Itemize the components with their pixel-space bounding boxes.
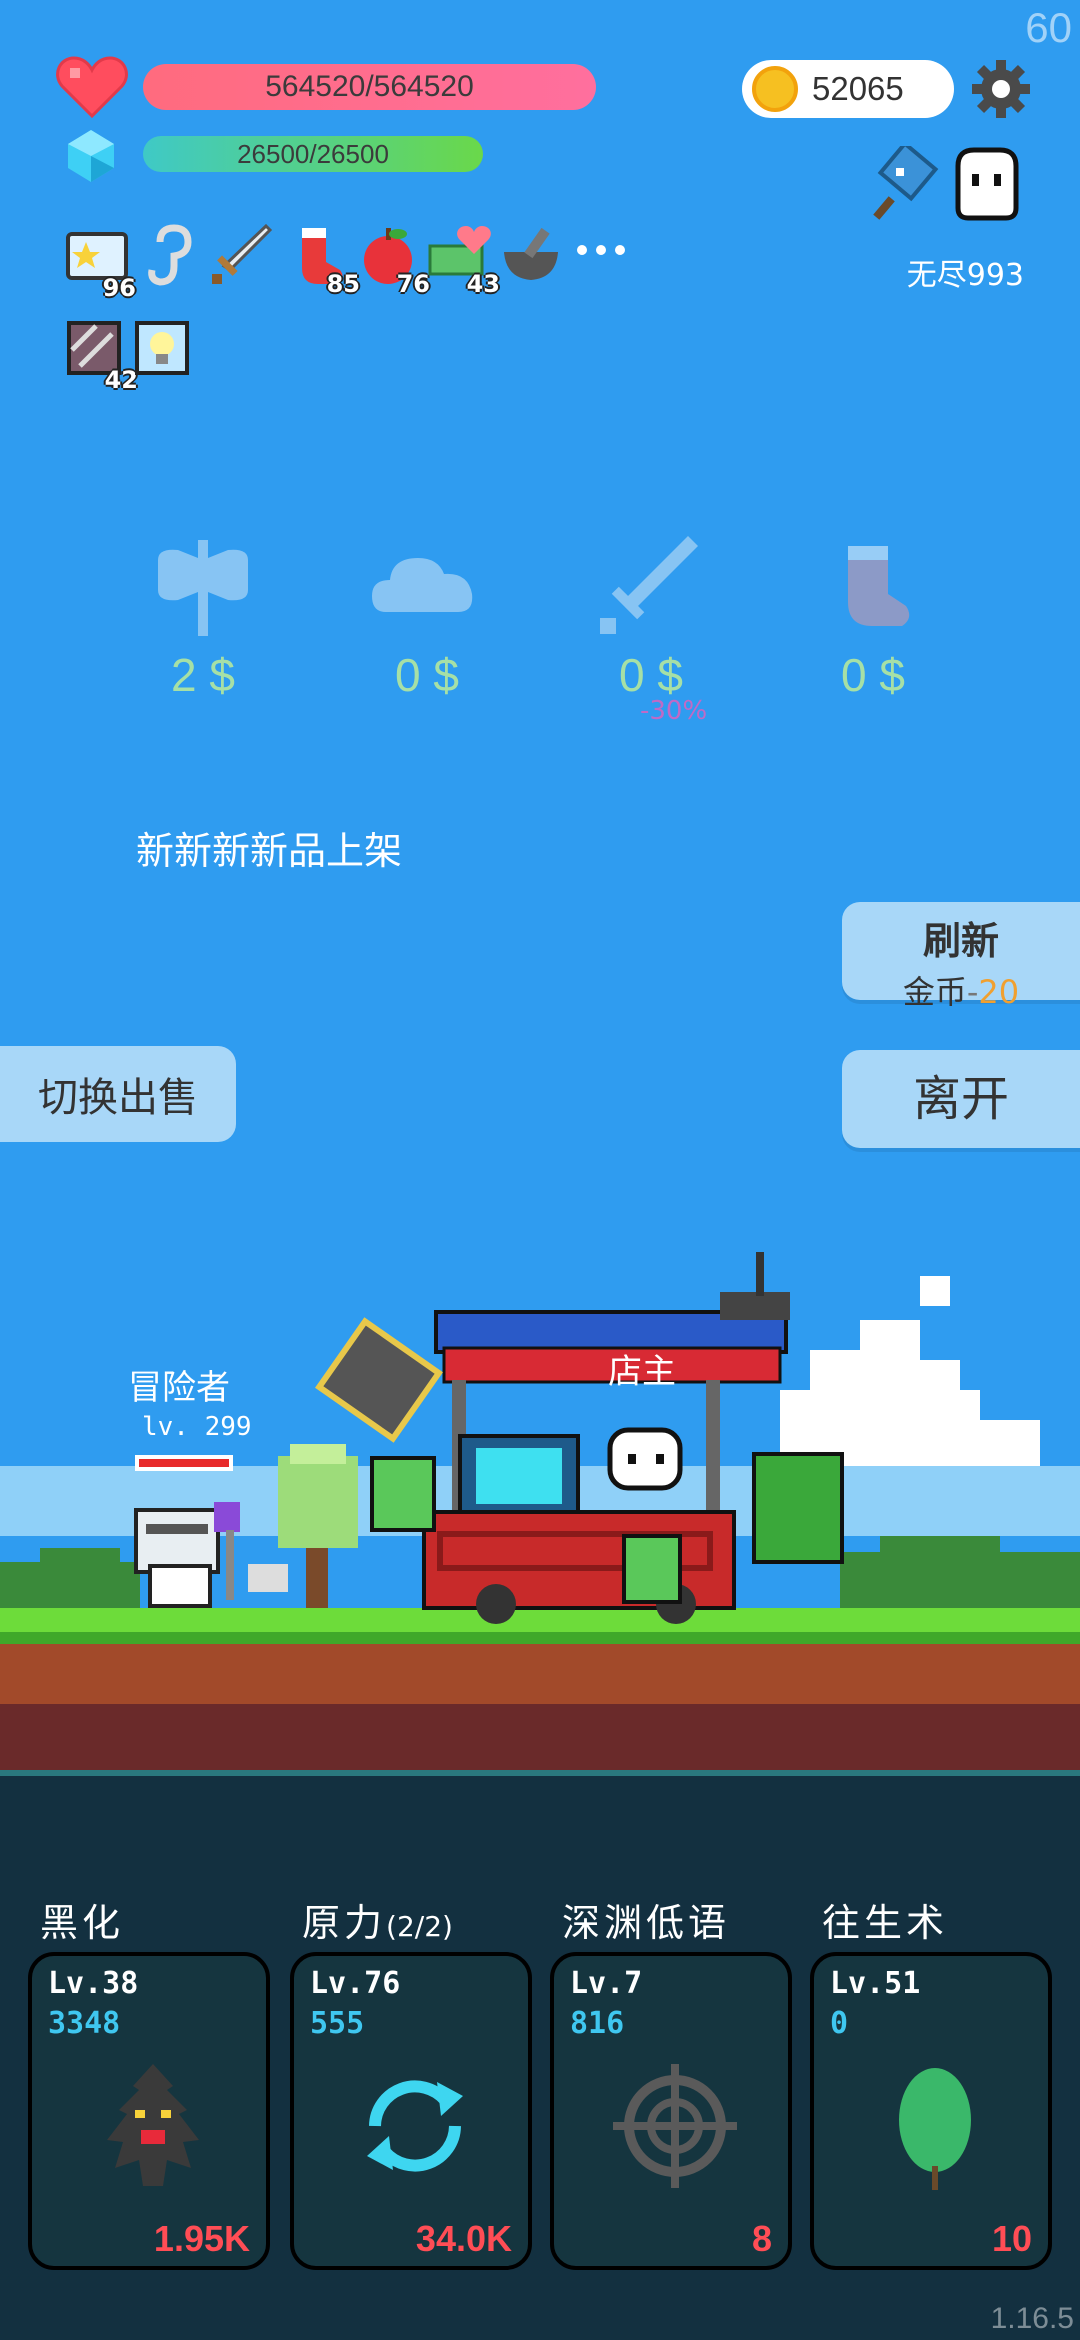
shop-cart	[315, 1252, 844, 1624]
water-line	[0, 1770, 1080, 1776]
axe-icon	[158, 540, 248, 636]
inventory-item[interactable]	[498, 222, 564, 288]
skill-cost: 8	[751, 2218, 772, 2259]
crosshair-icon	[613, 2064, 737, 2188]
game-scene	[0, 1252, 1080, 1770]
skill-cost: 34.0K	[415, 2218, 512, 2259]
endless-sword-icon[interactable]	[866, 146, 946, 226]
item-discount: -30%	[640, 696, 708, 726]
item-count: 42	[104, 366, 138, 394]
mortar-icon	[504, 227, 558, 280]
skill-name-3: 深渊低语	[562, 1892, 730, 1947]
more-icon[interactable]	[574, 240, 628, 260]
shop-notice: 新新新新品上架	[136, 829, 403, 873]
hp-bar: 564520/564520	[143, 64, 596, 110]
skill-cost: 1.95K	[153, 2218, 250, 2259]
ghost-avatar-icon[interactable]	[950, 146, 1024, 222]
inventory-item[interactable]: 85	[288, 224, 360, 298]
skill-card[interactable]: Lv.38 3348 1.95K	[28, 1952, 270, 2270]
skill-card[interactable]: Lv.7 816 8	[550, 1952, 792, 2270]
item-price: 0 $	[619, 649, 683, 701]
sword-icon	[212, 223, 273, 284]
skill-cost: 10	[991, 2218, 1032, 2259]
mp-bar: 26500/26500	[143, 136, 483, 172]
refresh-cost-sep: -	[966, 973, 979, 1011]
skill-name-text: 深渊低语	[562, 1901, 731, 1945]
hook-icon	[148, 224, 192, 286]
item-count: 96	[102, 274, 136, 302]
leaf-icon	[899, 2068, 971, 2190]
skill-name-suffix: (2/2)	[386, 1910, 453, 1943]
skill-value: 816	[570, 2006, 625, 2041]
leave-label: 离开	[912, 1071, 1009, 1127]
inventory-item[interactable]	[142, 222, 208, 288]
switch-sell-label: 切换出售	[38, 1075, 198, 1121]
skill-card[interactable]: Lv.51 0 10	[810, 1952, 1052, 2270]
shop-item[interactable]: 0 $	[372, 530, 507, 702]
leave-button[interactable]: 离开	[842, 1050, 1080, 1148]
skill-name-4: 往生术	[822, 1892, 948, 1947]
skill-name-text: 黑化	[40, 1901, 125, 1945]
item-count: 85	[326, 270, 360, 298]
item-price: 0 $	[395, 649, 459, 701]
skill-level: Lv.51	[830, 1966, 921, 2001]
gold-amount: 52065	[812, 70, 904, 107]
coin-icon	[752, 66, 798, 112]
heart-icon	[56, 56, 128, 119]
sword-icon	[600, 536, 698, 634]
skill-card[interactable]: Lv.76 555 34.0K	[290, 1952, 532, 2270]
adventurer-label: 冒险者	[128, 1368, 230, 1408]
skill-value: 0	[830, 2006, 849, 2041]
sock-icon	[848, 546, 910, 626]
refresh-cost-label: 金币	[902, 973, 967, 1011]
adventurer-hp-bar	[139, 1459, 229, 1467]
endless-mode-label: 无尽993	[906, 258, 1024, 293]
mana-crystal-icon	[68, 130, 114, 182]
fps-counter: 60	[1025, 4, 1072, 51]
item-count: 43	[466, 270, 500, 298]
shop-item[interactable]: 0 $ -30%	[596, 530, 731, 726]
inventory-item[interactable]	[134, 320, 200, 386]
skill-name-text: 往生术	[822, 1901, 949, 1945]
light-bulb-icon	[135, 321, 189, 375]
skill-value: 3348	[48, 2006, 121, 2041]
refresh-button[interactable]: 刷新 金币-20	[842, 902, 1080, 1011]
skill-name-text: 原力	[302, 1901, 387, 1945]
refresh-title: 刷新	[922, 919, 999, 963]
skill-level: Lv.76	[310, 1966, 401, 2001]
inventory-item[interactable]: 43	[428, 224, 500, 298]
cycle-arrows-icon	[367, 2080, 463, 2172]
item-price: 2 $	[171, 649, 235, 701]
refresh-cost: 金币-20	[842, 967, 1080, 1013]
shop-sign: 店主	[608, 1352, 676, 1392]
skill-name-1: 黑化	[40, 1892, 124, 1947]
mp-text: 26500/26500	[237, 138, 389, 169]
dark-tree-icon	[107, 2064, 199, 2186]
shopkeeper-sprite	[607, 1427, 683, 1491]
refresh-cost-value: 20	[978, 973, 1020, 1011]
gear-icon[interactable]	[970, 58, 1032, 120]
inventory-item[interactable]: 42	[66, 320, 138, 394]
cloud-icon	[372, 558, 473, 612]
tree-decoration	[278, 1444, 358, 1610]
skill-value: 555	[310, 2006, 365, 2041]
item-price: 0 $	[841, 649, 905, 701]
skill-name-2: 原力(2/2)	[302, 1892, 453, 1947]
inventory-item[interactable]: 96	[64, 228, 136, 302]
item-count: 76	[396, 270, 430, 298]
shop-item[interactable]: 0 $	[818, 530, 953, 702]
switch-sell-button[interactable]: 切换出售	[0, 1046, 236, 1142]
hp-text: 564520/564520	[265, 70, 474, 103]
shop-item[interactable]: 2 $	[148, 530, 283, 702]
adventurer-level: lv. 299	[142, 1412, 252, 1442]
inventory-item[interactable]	[208, 222, 274, 288]
version-label: 1.16.5	[990, 2302, 1074, 2335]
skill-level: Lv.7	[570, 1966, 643, 2001]
skill-level: Lv.38	[48, 1966, 139, 2001]
inventory-item[interactable]: 76	[358, 224, 430, 298]
